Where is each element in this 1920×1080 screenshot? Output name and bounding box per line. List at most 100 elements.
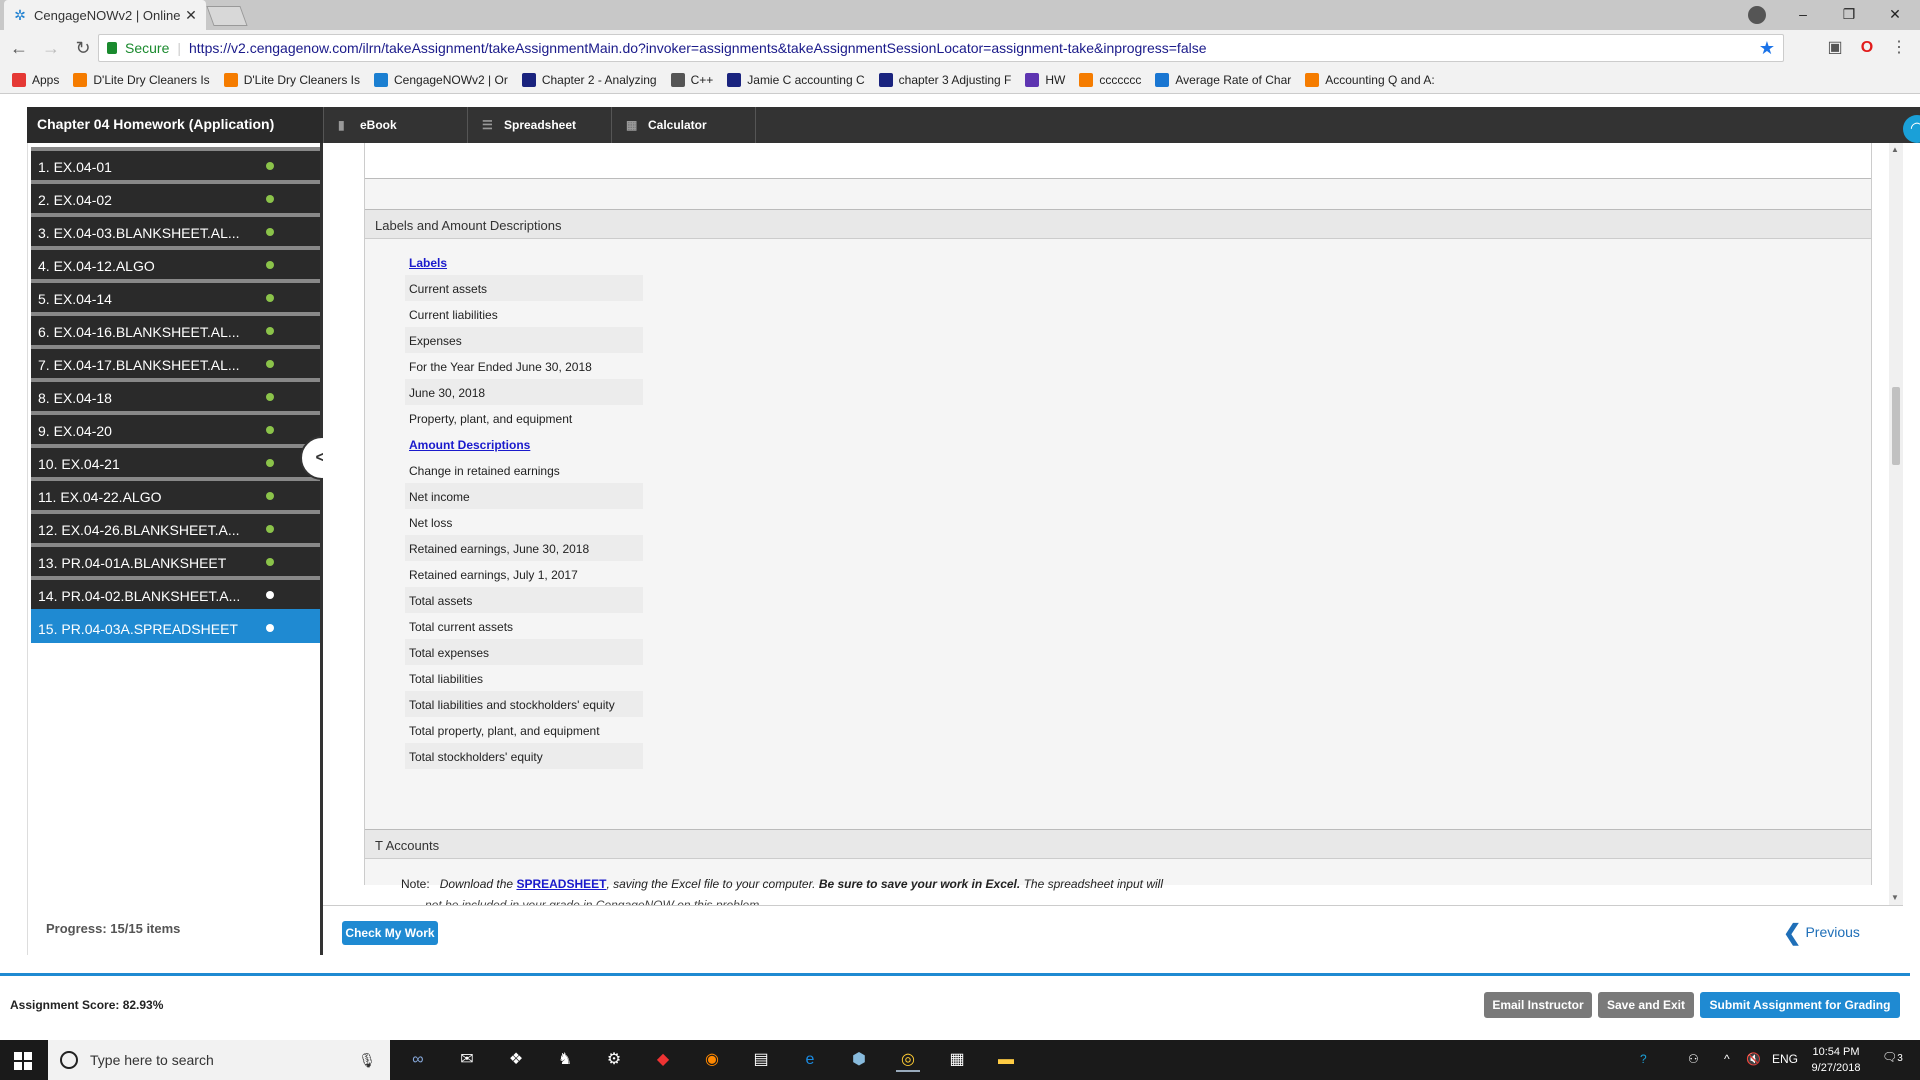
tab-close-icon[interactable]: ✕ [184, 7, 198, 24]
bookmark-label: HW [1045, 72, 1066, 87]
bookmark-item[interactable]: ccccccc [1079, 72, 1141, 87]
scroll-up-icon[interactable]: ▲ [1891, 145, 1899, 154]
previous-button[interactable]: ❮ Previous [1783, 920, 1860, 946]
calculator-app-icon[interactable]: ▦ [945, 1048, 969, 1072]
spreadsheet-label: Spreadsheet [504, 118, 577, 132]
sidebar-question-item[interactable]: 2. EX.04-02 [31, 180, 320, 214]
edge-icon[interactable]: e [798, 1048, 822, 1072]
bookmark-item[interactable]: Accounting Q and A: [1305, 72, 1435, 87]
ebook-button[interactable]: ▮ eBook [323, 107, 467, 143]
mail-icon[interactable]: ✉ [455, 1048, 479, 1072]
sidebar-question-item[interactable]: 7. EX.04-17.BLANKSHEET.AL... [31, 345, 320, 379]
labels-heading-link[interactable]: Labels [405, 249, 643, 275]
status-dot-icon [266, 294, 274, 302]
bookmark-item[interactable]: Jamie C accounting C [727, 72, 865, 87]
steam-icon[interactable]: ⚙ [602, 1048, 626, 1072]
bookmark-item[interactable]: D'Lite Dry Cleaners Is [223, 72, 360, 87]
camera-extension-icon[interactable]: ▣ [1826, 39, 1844, 57]
taskbar-clock[interactable]: 10:54 PM 9/27/2018 [1806, 1044, 1866, 1076]
bookmark-item[interactable]: Apps [12, 72, 59, 87]
opera-extension-icon[interactable]: O [1858, 39, 1876, 57]
sidebar-question-item[interactable]: 12. EX.04-26.BLANKSHEET.A... [31, 510, 320, 544]
sidebar-question-item[interactable]: 3. EX.04-03.BLANKSHEET.AL... [31, 213, 320, 247]
profile-icon[interactable] [1748, 6, 1766, 24]
bookmark-favicon-icon [670, 72, 685, 87]
store-icon[interactable]: ▤ [749, 1048, 773, 1072]
bookmark-label: CengageNOWv2 | Or [394, 72, 508, 87]
sidebar-question-item[interactable]: 10. EX.04-21 [31, 444, 320, 478]
amount-description-item: Total current assets [409, 620, 514, 634]
check-my-work-button[interactable]: Check My Work [342, 921, 438, 945]
antivirus-icon[interactable]: ◆ [651, 1048, 675, 1072]
bookmark-label: Accounting Q and A: [1325, 72, 1435, 87]
bookmark-label: Jamie C accounting C [747, 72, 865, 87]
sidebar-item-label: 15. PR.04-03A.SPREADSHEET [38, 621, 238, 637]
label-item: For the Year Ended June 30, 2018 [409, 360, 592, 374]
status-dot-icon [266, 459, 274, 467]
bookmark-star-icon[interactable]: ★ [1759, 38, 1775, 59]
sidebar-question-item[interactable]: 11. EX.04-22.ALGO [31, 477, 320, 511]
help-chat-icon[interactable]: ◠ [1903, 115, 1920, 143]
forward-icon[interactable]: → [38, 35, 64, 61]
save-and-exit-button[interactable]: Save and Exit [1598, 992, 1694, 1018]
people-icon[interactable]: ⚇ [1688, 1052, 1699, 1066]
restore-icon[interactable]: ❐ [1826, 0, 1872, 30]
email-instructor-button[interactable]: Email Instructor [1484, 992, 1592, 1018]
chrome-icon[interactable]: ◎ [896, 1048, 920, 1072]
window-close-icon[interactable]: ✕ [1872, 0, 1918, 30]
calculator-button[interactable]: ▦ Calculator [611, 107, 755, 143]
content-scrollbar[interactable]: ▲ ▼ [1889, 143, 1903, 905]
notifications-icon[interactable]: 🗨3 [1882, 1050, 1903, 1064]
amount-description-item: Net income [405, 483, 643, 509]
windows-start-icon[interactable] [14, 1052, 32, 1070]
language-indicator[interactable]: ENG [1772, 1052, 1798, 1066]
menu-kebab-icon[interactable]: ⋮ [1890, 39, 1908, 57]
box-app-icon[interactable]: ⬢ [847, 1048, 871, 1072]
bookmark-item[interactable]: D'Lite Dry Cleaners Is [73, 72, 210, 87]
sidebar-question-item[interactable]: 14. PR.04-02.BLANKSHEET.A... [31, 576, 320, 610]
dropbox-icon[interactable]: ❖ [504, 1048, 528, 1072]
sidebar-question-item[interactable]: 4. EX.04-12.ALGO [31, 246, 320, 280]
cortana-icon [60, 1051, 78, 1069]
microphone-icon[interactable]: 🎙 [358, 1052, 376, 1069]
bookmark-favicon-icon [521, 72, 536, 87]
submit-assignment-button[interactable]: Submit Assignment for Grading [1700, 992, 1900, 1018]
reload-icon[interactable]: ↻ [70, 35, 96, 61]
game-app-icon[interactable]: ♞ [553, 1048, 577, 1072]
sidebar-question-item[interactable]: 6. EX.04-16.BLANKSHEET.AL... [31, 312, 320, 346]
minimize-icon[interactable]: – [1780, 0, 1826, 30]
blender-icon[interactable]: ◉ [700, 1048, 724, 1072]
browser-tab[interactable]: ✲ CengageNOWv2 | Online ✕ [4, 0, 206, 30]
sidebar-question-item[interactable]: 5. EX.04-14 [31, 279, 320, 313]
back-icon[interactable]: ← [6, 35, 32, 61]
sidebar-item-label: 4. EX.04-12.ALGO [38, 258, 155, 274]
show-hidden-icons-icon[interactable]: ^ [1724, 1052, 1730, 1066]
bookmark-item[interactable]: C++ [670, 72, 714, 87]
taskbar-search[interactable]: Type here to search 🎙 [48, 1040, 390, 1080]
bookmark-item[interactable]: Average Rate of Char [1155, 72, 1291, 87]
bookmark-label: C++ [690, 72, 714, 87]
label-item: Current liabilities [409, 308, 498, 322]
new-tab-button[interactable] [206, 6, 248, 26]
task-view-icon[interactable]: ∞ [406, 1048, 430, 1072]
sidebar-question-item[interactable]: 8. EX.04-18 [31, 378, 320, 412]
scroll-down-icon[interactable]: ▼ [1891, 893, 1899, 902]
sidebar-question-item[interactable]: 1. EX.04-01 [31, 147, 320, 181]
sidebar-question-item[interactable]: 13. PR.04-01A.BLANKSHEET [31, 543, 320, 577]
sidebar-item-label: 1. EX.04-01 [38, 159, 112, 175]
sidebar-question-item[interactable]: 9. EX.04-20 [31, 411, 320, 445]
bookmark-item[interactable]: HW [1025, 72, 1066, 87]
spreadsheet-link[interactable]: SPREADSHEET [516, 877, 606, 891]
sidebar-question-item[interactable]: 15. PR.04-03A.SPREADSHEET [31, 609, 320, 643]
address-bar[interactable]: Secure | https://v2.cengagenow.com/ilrn/… [98, 34, 1784, 62]
amount-descriptions-heading-link[interactable]: Amount Descriptions [405, 431, 643, 457]
bookmark-item[interactable]: Chapter 2 - Analyzing [521, 72, 657, 87]
url-text[interactable]: https://v2.cengagenow.com/ilrn/takeAssig… [189, 40, 1759, 56]
help-tray-icon[interactable]: ? [1640, 1052, 1647, 1066]
scroll-thumb[interactable] [1892, 387, 1900, 465]
bookmark-item[interactable]: chapter 3 Adjusting F [878, 72, 1011, 87]
spreadsheet-button[interactable]: ☰ Spreadsheet [467, 107, 611, 143]
file-explorer-icon[interactable]: ▬ [994, 1048, 1018, 1072]
volume-muted-icon[interactable]: 🔇 [1746, 1052, 1761, 1066]
bookmark-item[interactable]: CengageNOWv2 | Or [374, 72, 508, 87]
